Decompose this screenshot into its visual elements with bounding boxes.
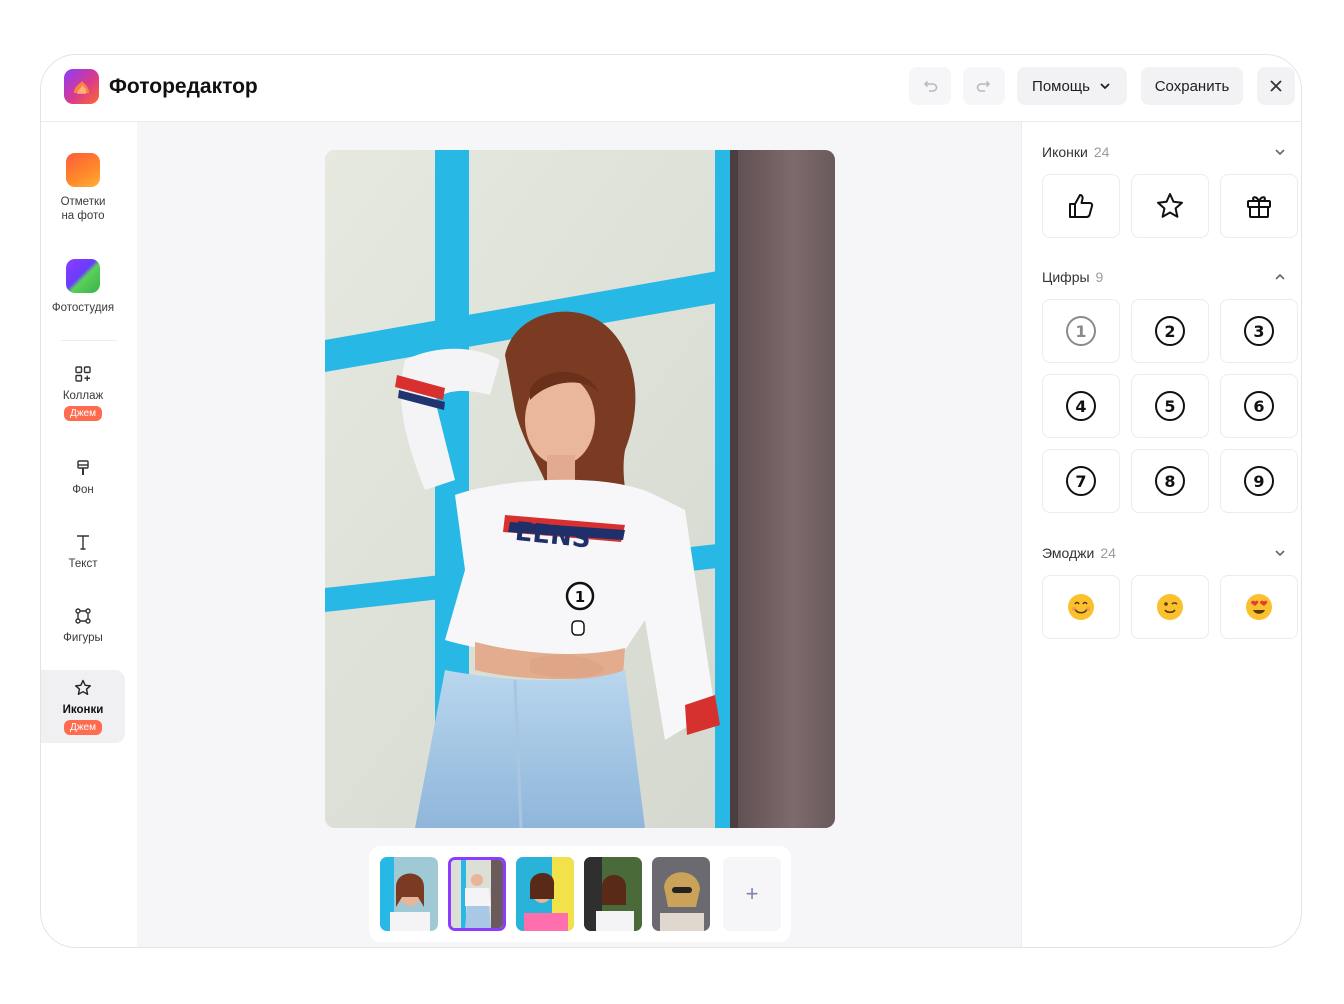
canvas-area: EENS 1 + [137,122,1021,947]
number-7-icon: 7 [1066,466,1096,496]
photo-illustration: EENS 1 [325,150,835,828]
thumbs-up-icon [1069,194,1094,218]
sidebar-item-label: на фото [61,210,105,222]
gift-icon [1247,196,1271,218]
icon-cell-thumbs-up[interactable] [1042,174,1120,238]
chevron-up-icon [1275,273,1285,280]
add-photo-button[interactable]: + [723,857,781,931]
thumbnail-5[interactable] [652,857,710,931]
smiling-emoji-icon [1068,594,1094,620]
chevron-down-icon [1100,83,1110,90]
sidebar-item-background[interactable]: Фон [41,458,125,497]
number-8-icon: 8 [1155,466,1185,496]
background-brush-icon [77,460,89,475]
undo-icon [923,80,938,92]
shapes-icon [75,608,91,624]
close-icon [1270,80,1282,92]
thumbnail-2[interactable] [448,857,506,931]
number-9-icon: 9 [1244,466,1274,496]
number-cell-3[interactable]: 3 [1220,299,1298,363]
section-title: Эмоджи [1042,545,1095,561]
number-4-icon: 4 [1066,391,1096,421]
sidebar-divider [61,340,117,341]
sidebar-item-collage[interactable]: Коллаж Джем [41,364,125,421]
photo-studio-app-icon [66,259,100,293]
section-title: Иконки [1042,144,1088,160]
section-header-numbers[interactable]: Цифры 9 [1042,267,1287,287]
photo-overlay-number: 1 [575,588,585,606]
photo-marks-app-icon [66,153,100,187]
thumbnail-1[interactable] [380,857,438,931]
icon-cell-gift[interactable] [1220,174,1298,238]
number-cell-8[interactable]: 8 [1131,449,1209,513]
number-cell-2[interactable]: 2 [1131,299,1209,363]
emoji-cell-heart-eyes[interactable] [1220,575,1298,639]
help-dropdown-button[interactable]: Помощь [1017,67,1127,105]
heart-eyes-emoji-icon [1246,594,1272,620]
save-button[interactable]: Сохранить [1141,67,1243,105]
number-3-icon: 3 [1244,316,1274,346]
sidebar-item-label: Коллаж [62,390,104,402]
sidebar-item-label: Фон [72,484,94,496]
sidebar-item-photo-studio[interactable]: Фотостудия [41,259,125,315]
chevron-down-icon [1275,149,1285,156]
redo-icon [976,80,991,92]
number-2-icon: 2 [1155,316,1185,346]
thumbnail-strip: + [369,846,791,942]
emoji-cell-smiling[interactable] [1042,575,1120,639]
number-cell-5[interactable]: 5 [1131,374,1209,438]
thumbnail-4[interactable] [584,857,642,931]
jam-badge: Джем [64,720,102,735]
right-panel: Иконки 24 Цифры 9 1 2 3 4 5 6 7 8 9 Эмоджи… [1021,122,1301,947]
header: Фоторедактор Помощь Сохранить [41,55,1301,122]
icon-cell-star[interactable] [1131,174,1209,238]
app-title: Фоторедактор [109,75,258,98]
section-title: Цифры [1042,269,1090,285]
close-button[interactable] [1257,67,1295,105]
number-cell-7[interactable]: 7 [1042,449,1120,513]
emoji-cell-winking[interactable] [1131,575,1209,639]
editor-window: Фоторедактор Помощь Сохранить Отметки на… [40,54,1302,948]
winking-emoji-icon [1157,594,1183,620]
thumbnail-3[interactable] [516,857,574,931]
section-header-emoji[interactable]: Эмоджи 24 [1042,543,1287,563]
number-cell-4[interactable]: 4 [1042,374,1120,438]
sidebar-item-icons[interactable]: Иконки Джем [41,670,125,743]
number-cell-6[interactable]: 6 [1220,374,1298,438]
star-icon [75,679,91,695]
number-5-icon: 5 [1155,391,1185,421]
help-label: Помощь [1032,77,1090,95]
star-icon [1157,193,1183,218]
sidebar-item-label: Фигуры [63,632,103,644]
left-sidebar: Отметки на фото Фотостудия Коллаж Джем Ф… [41,122,137,947]
text-icon [77,535,89,550]
number-cell-9[interactable]: 9 [1220,449,1298,513]
sidebar-item-photo-marks[interactable]: Отметки на фото [41,153,125,223]
sidebar-item-label: Иконки [62,704,104,716]
redo-button[interactable] [963,67,1005,105]
number-6-icon: 6 [1244,391,1274,421]
sidebar-item-label: Отметки [60,196,106,208]
sidebar-item-shapes[interactable]: Фигуры [41,606,125,645]
section-count: 24 [1093,144,1110,160]
save-label: Сохранить [1154,77,1230,95]
sidebar-item-label: Текст [68,558,98,570]
main-photo[interactable]: EENS 1 [325,150,835,828]
plus-icon: + [745,881,759,906]
undo-button[interactable] [909,67,951,105]
jam-badge: Джем [64,406,102,421]
section-count: 9 [1095,269,1104,285]
section-count: 24 [1100,545,1116,561]
chevron-down-icon [1275,550,1285,557]
number-1-icon: 1 [1066,316,1096,346]
sidebar-item-label: Фотостудия [51,302,115,314]
collage-icon [75,366,91,382]
app-logo-icon [64,69,99,104]
number-cell-1[interactable]: 1 [1042,299,1120,363]
sidebar-item-text[interactable]: Текст [41,532,125,571]
section-header-icons[interactable]: Иконки 24 [1042,142,1287,162]
